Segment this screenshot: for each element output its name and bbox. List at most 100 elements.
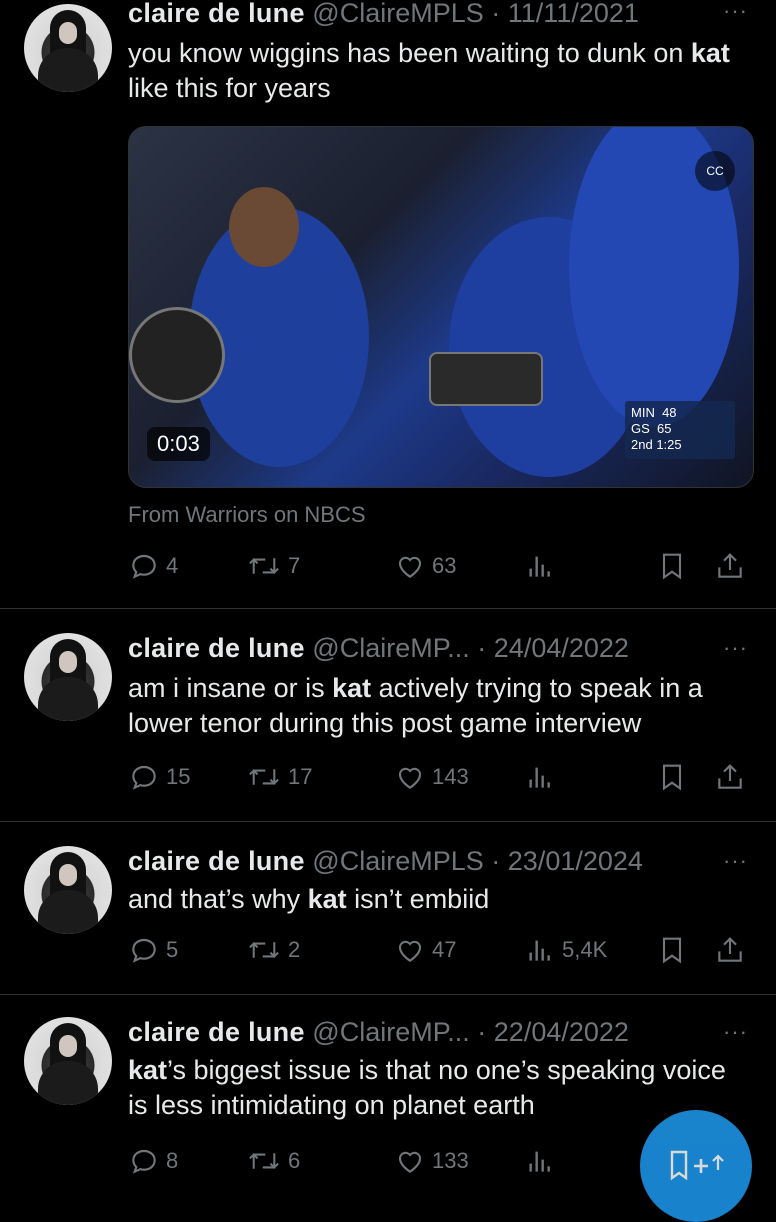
share-button[interactable] (714, 548, 746, 584)
views-button[interactable]: 5,4K (524, 932, 607, 968)
tweet[interactable]: claire de lune @ClaireMPLS · 11/11/2021 … (0, 0, 776, 608)
avatar[interactable] (24, 4, 112, 92)
views-button[interactable] (524, 759, 562, 795)
scoreboard: MIN 48 GS 65 2nd 1:25 (625, 401, 735, 459)
more-options-icon[interactable]: ··· (723, 0, 748, 24)
more-options-icon[interactable]: ··· (723, 635, 748, 661)
bookmark-icon (662, 764, 682, 791)
reply-button[interactable]: 15 (128, 759, 190, 795)
reply-icon (132, 1149, 156, 1174)
game-clock: 1:25 (656, 437, 682, 452)
video-player[interactable]: CC 0:03 MIN 48 GS 65 2nd 1:25 🔇 (128, 126, 754, 488)
like-button[interactable]: 143 (394, 759, 469, 795)
repost-count: 17 (288, 764, 313, 789)
avatar[interactable] (24, 633, 112, 721)
views-icon (529, 940, 550, 961)
compose-post-icon (670, 1150, 724, 1181)
views-icon (529, 556, 550, 577)
more-options-icon[interactable]: ··· (723, 1019, 748, 1045)
post-date[interactable]: 22/04/2022 (494, 1017, 629, 1047)
user-handle[interactable]: @ClaireMP... (312, 633, 469, 663)
reply-count: 4 (166, 553, 179, 578)
reply-icon (132, 554, 156, 579)
bold-keyword: kat (690, 38, 730, 68)
repost-icon (249, 1153, 279, 1169)
reply-icon (132, 938, 156, 963)
views-icon (529, 767, 550, 788)
avatar[interactable] (24, 846, 112, 934)
bookmark-button[interactable] (656, 932, 688, 968)
repost-button[interactable]: 17 (246, 759, 312, 795)
more-options-icon[interactable]: ··· (723, 848, 748, 874)
tweet-header: claire de lune @ClaireMPLS · 11/11/2021 (128, 0, 639, 30)
heart-icon (398, 767, 422, 789)
reply-button[interactable]: 5 (128, 932, 178, 968)
post-date[interactable]: 11/11/2021 (508, 0, 639, 28)
heart-icon (398, 556, 422, 578)
repost-button[interactable]: 6 (246, 1143, 300, 1179)
display-name[interactable]: claire de lune (128, 633, 305, 663)
action-bar: 4 7 63 (128, 548, 748, 584)
share-button[interactable] (714, 932, 746, 968)
post-date[interactable]: 24/04/2022 (494, 633, 629, 663)
separator-dot: · (477, 1017, 487, 1047)
display-name[interactable]: claire de lune (128, 0, 305, 28)
display-name[interactable]: claire de lune (128, 846, 305, 876)
reply-button[interactable]: 4 (128, 548, 178, 584)
media-attribution[interactable]: From Warriors on NBCS (128, 502, 366, 528)
reply-count: 15 (166, 764, 191, 789)
tweet[interactable]: claire de lune @ClaireMP... · 24/04/2022… (0, 609, 776, 821)
tweet-text: you know wiggins has been waiting to dun… (128, 38, 730, 103)
repost-icon (249, 769, 279, 785)
user-handle[interactable]: @ClaireMPLS (312, 0, 483, 28)
compose-post-button[interactable] (640, 1110, 752, 1222)
bookmark-button[interactable] (656, 548, 688, 584)
user-handle[interactable]: @ClaireMPLS (312, 846, 483, 876)
share-icon (718, 553, 742, 578)
like-button[interactable]: 133 (394, 1143, 469, 1179)
display-name[interactable]: claire de lune (128, 1017, 305, 1047)
like-button[interactable]: 63 (394, 548, 456, 584)
tweet-text: and that’s why kat isn’t embiid (128, 884, 490, 914)
views-icon (529, 1151, 550, 1172)
closed-captions-icon[interactable]: CC (695, 151, 735, 191)
views-button[interactable] (524, 548, 562, 584)
reply-count: 8 (166, 1148, 179, 1173)
avatar[interactable] (24, 1017, 112, 1105)
tweet-header: claire de lune @ClaireMP... · 24/04/2022 (128, 631, 629, 665)
tweet-text: kat’s biggest issue is that no one’s spe… (128, 1055, 726, 1120)
action-bar: 5 2 47 5,4K (128, 932, 748, 968)
like-button[interactable]: 47 (394, 932, 456, 968)
bookmark-icon (662, 553, 682, 580)
action-bar: 15 17 143 (128, 759, 748, 795)
tweet-text: am i insane or is kat actively trying to… (128, 673, 703, 738)
post-date[interactable]: 23/01/2024 (508, 846, 643, 876)
repost-count: 7 (288, 553, 301, 578)
views-button[interactable] (524, 1143, 562, 1179)
repost-count: 6 (288, 1148, 301, 1173)
reply-icon (132, 765, 156, 790)
bookmark-icon (662, 937, 682, 964)
separator-dot: · (491, 0, 501, 28)
game-period: 2nd (631, 437, 653, 452)
like-count: 47 (432, 937, 457, 962)
repost-count: 2 (288, 937, 301, 962)
bold-keyword: kat (307, 884, 347, 914)
bookmark-button[interactable] (656, 759, 688, 795)
heart-icon (398, 940, 422, 962)
share-icon (718, 937, 742, 962)
bold-keyword: kat (128, 1055, 168, 1085)
tweet[interactable]: claire de lune @ClaireMPLS · 23/01/2024 … (0, 822, 776, 994)
reply-button[interactable]: 8 (128, 1143, 178, 1179)
repost-button[interactable]: 2 (246, 932, 300, 968)
repost-icon (249, 558, 279, 574)
view-count: 5,4K (562, 937, 608, 962)
score-value-1: 48 (662, 405, 677, 420)
heart-icon (398, 1151, 422, 1173)
user-handle[interactable]: @ClaireMP... (312, 1017, 469, 1047)
score-team-2: GS (631, 421, 650, 436)
share-button[interactable] (714, 759, 746, 795)
tweet-header: claire de lune @ClaireMPLS · 23/01/2024 (128, 844, 643, 878)
like-count: 143 (432, 764, 469, 789)
repost-button[interactable]: 7 (246, 548, 300, 584)
